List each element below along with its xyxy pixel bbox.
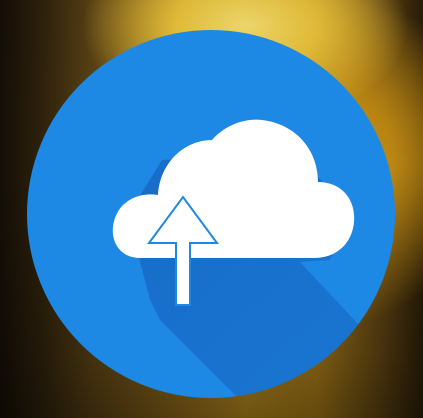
cloud-upload-badge <box>27 30 395 398</box>
